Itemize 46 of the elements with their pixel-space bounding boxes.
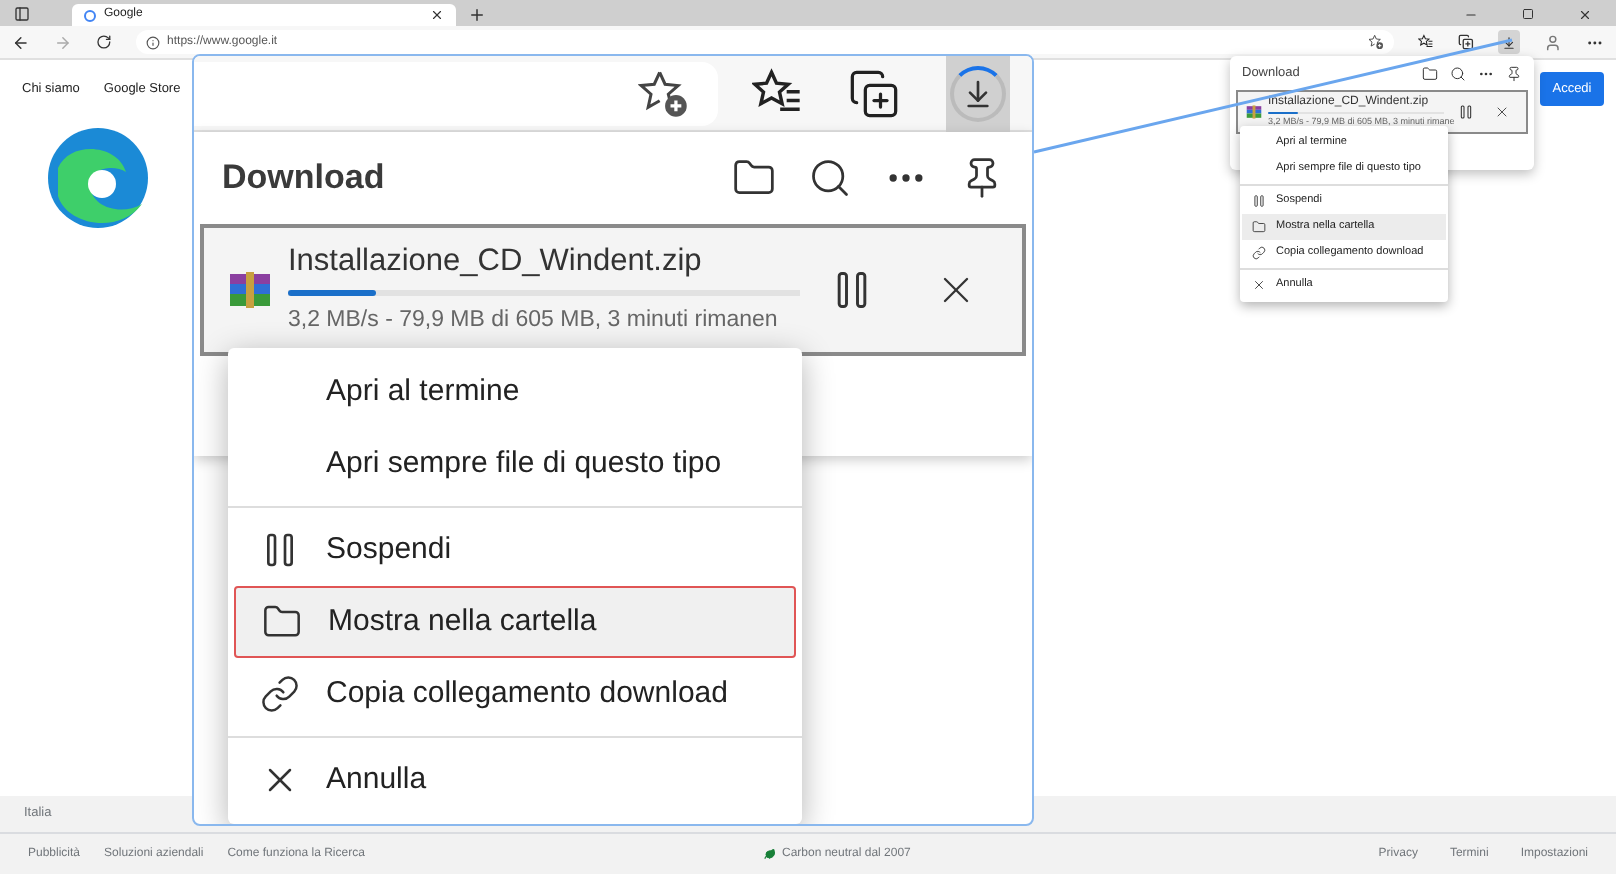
info-icon [145, 35, 160, 49]
file-name: Installazione_CD_Windent.zip [288, 242, 704, 282]
search-icon[interactable] [1450, 65, 1466, 81]
panel-title: Download [222, 156, 385, 201]
menu-item[interactable]: Annulla [234, 744, 796, 816]
address-field[interactable] [194, 62, 718, 126]
star-plus-icon[interactable] [638, 68, 690, 120]
archive-file-icon [228, 268, 272, 312]
minimize-icon[interactable] [1464, 8, 1478, 22]
star-list-icon[interactable] [1417, 34, 1434, 50]
leaf-icon [764, 848, 776, 860]
profile-icon[interactable] [1544, 33, 1563, 51]
folder-icon[interactable] [732, 156, 776, 200]
link-icon [260, 674, 300, 714]
download-status: 3,2 MB/s - 79,9 MB di 605 MB, 3 minuti rimanen [288, 305, 780, 336]
menu-item[interactable]: Sospendi [234, 514, 796, 586]
collections-icon[interactable] [848, 67, 901, 119]
new-tab-icon[interactable] [468, 6, 486, 24]
folder-icon [262, 602, 302, 642]
pause-icon [1252, 194, 1266, 208]
pause-icon [1458, 104, 1474, 120]
refresh-icon[interactable] [95, 34, 112, 50]
folder-icon[interactable] [1422, 65, 1438, 81]
link-icon [1252, 246, 1266, 260]
menu-item[interactable]: Mostra nella cartella [234, 586, 796, 658]
menu-item[interactable]: Copia collegamento download [234, 658, 796, 730]
tab-actions-icon[interactable] [14, 6, 30, 22]
pin-icon[interactable] [1506, 65, 1522, 81]
download-button[interactable] [945, 56, 1010, 131]
download-icon [961, 77, 994, 109]
back-icon[interactable] [12, 33, 30, 51]
download-icon [1501, 35, 1516, 49]
star-plus-icon[interactable] [1367, 34, 1384, 50]
archive-file-icon [1246, 104, 1262, 120]
close-icon[interactable] [430, 8, 444, 22]
download-button[interactable] [1497, 30, 1521, 54]
folder-icon [1252, 220, 1266, 234]
menu-item[interactable]: Apri al termine [234, 356, 796, 428]
maximize-icon[interactable] [1522, 8, 1534, 20]
collections-icon[interactable] [1457, 34, 1473, 50]
close-icon[interactable] [1494, 104, 1510, 120]
close-icon[interactable] [1578, 8, 1592, 22]
close-icon [1252, 278, 1266, 292]
search-icon[interactable] [808, 156, 852, 200]
menu-item[interactable]: Apri sempre file di questo tipo [234, 428, 796, 500]
download-item[interactable]: Installazione_CD_Windent.zip 3,2 MB/s - 79,9 MB di 605 MB, 3 minuti rimanen [200, 224, 1026, 356]
